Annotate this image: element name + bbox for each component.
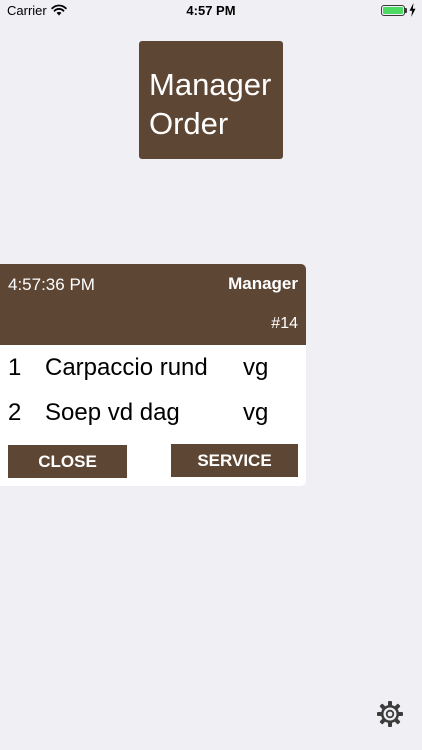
clock: 4:57 PM [186, 3, 236, 18]
item-name: Soep vd dag [45, 399, 180, 426]
gear-icon[interactable] [376, 700, 404, 728]
order-role: Manager [228, 274, 298, 293]
list-item: 2 Soep vd dag vg [0, 399, 306, 429]
page-title: Manager Order [139, 41, 283, 159]
title-line-1: Manager [149, 67, 272, 102]
battery-icon [381, 5, 405, 16]
order-card: 4:57:36 PM Manager #14 1 Carpaccio rund … [0, 264, 306, 486]
item-name: Carpaccio rund [45, 354, 208, 381]
order-time: 4:57:36 PM [8, 275, 95, 294]
status-bar: Carrier 4:57 PM [0, 0, 422, 22]
charging-bolt-icon [409, 3, 416, 17]
list-item: 1 Carpaccio rund vg [0, 354, 306, 384]
title-line-2: Order [149, 106, 229, 141]
order-header: 4:57:36 PM Manager #14 [0, 264, 306, 345]
item-quantity: 2 [8, 399, 22, 426]
order-number: #14 [271, 315, 298, 332]
close-button[interactable]: CLOSE [8, 445, 127, 478]
battery-cap [405, 8, 407, 13]
item-unit: vg [243, 399, 269, 426]
service-button[interactable]: SERVICE [171, 444, 298, 477]
item-quantity: 1 [8, 354, 22, 381]
item-unit: vg [243, 354, 269, 381]
